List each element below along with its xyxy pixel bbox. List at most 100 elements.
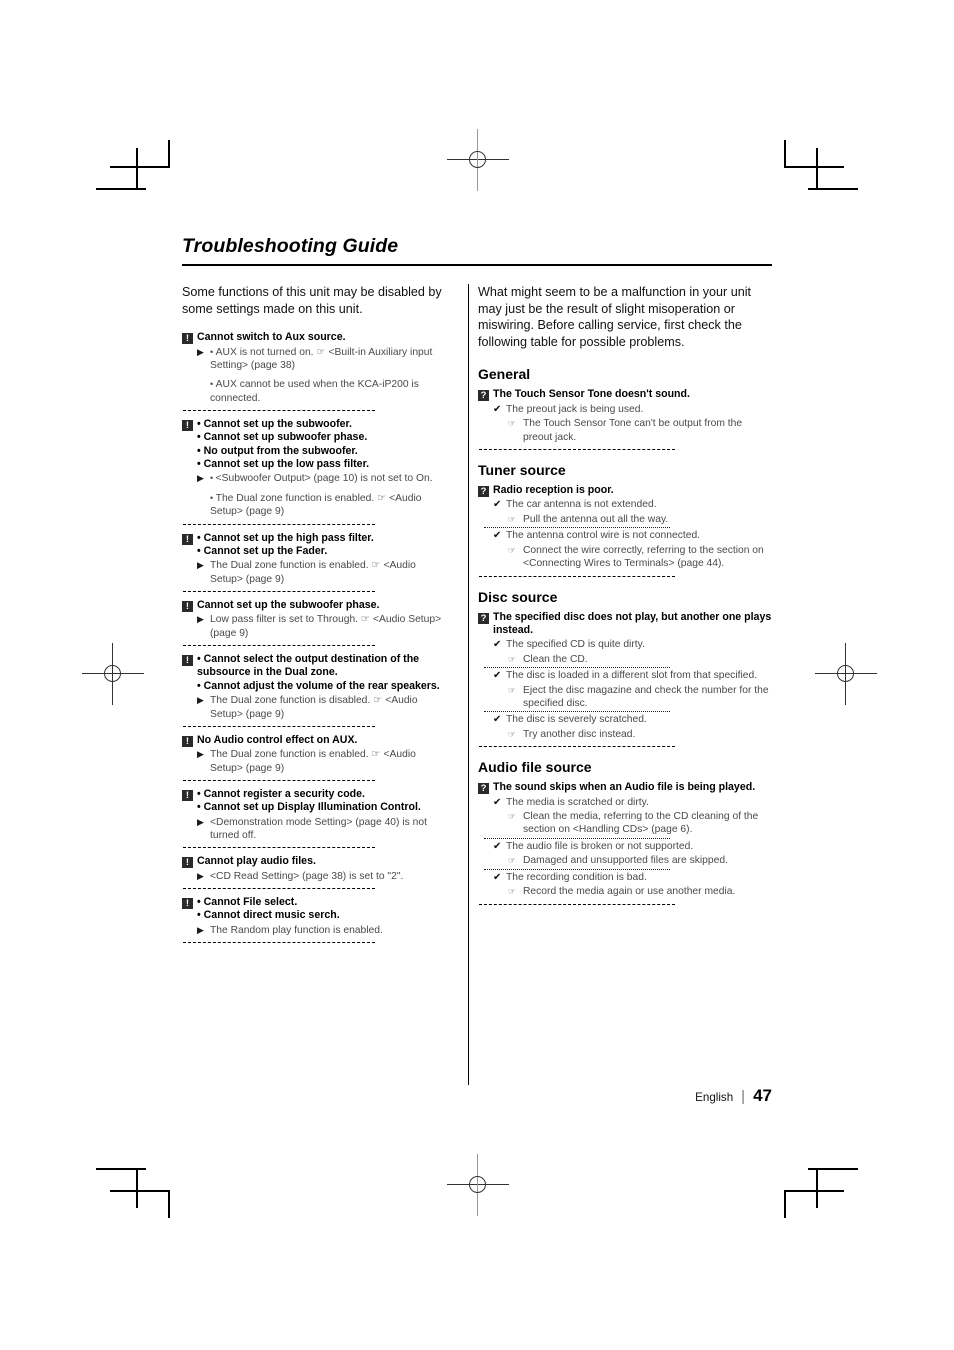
entry-heading-line: Cannot play audio files. [197, 855, 316, 868]
troubleshooting-entry: ! Cannot set up the subwoofer phase. ▶ Low … [182, 599, 450, 640]
registration-mark-bottom [447, 1154, 509, 1216]
check-mark-icon: ✔ [493, 530, 502, 542]
question-badge-icon: ? [478, 486, 489, 498]
pointing-hand-icon: ☞ [508, 653, 516, 664]
entry-separator [183, 942, 375, 944]
cause-text: <Demonstration mode Setting> (page 40) i… [210, 816, 427, 842]
entry-separator [183, 725, 375, 727]
check-mark-icon: ✔ [493, 871, 502, 883]
cause-row: ✔ The audio file is broken or not support… [493, 840, 774, 855]
solid-right-triangle-icon: ▶ [197, 473, 204, 484]
remedy-text: Pull the antenna out all the way. [523, 513, 669, 525]
cause-text: <Subwoofer Output> (page 10) is not set … [210, 472, 450, 485]
troubleshooting-entry: !Cannot set up the subwoofer.Cannot set … [182, 418, 450, 519]
solid-right-triangle-icon: ▶ [197, 816, 204, 827]
entry-heading-text: The sound skips when an Audio file is be… [493, 781, 755, 794]
solid-right-triangle-icon: ▶ [197, 346, 204, 357]
column-divider [468, 284, 470, 1085]
page-number: 47 [753, 1086, 772, 1105]
pointing-hand-icon: ☞ [508, 513, 516, 524]
remedy-row: ☞ Pull the antenna out all the way. [508, 513, 774, 526]
entry-heading-text: Cannot switch to Aux source. [197, 331, 346, 344]
remedy-text: Clean the media, referring to the CD cle… [523, 811, 759, 836]
entry-heading-line: No output from the subwoofer. [197, 445, 369, 458]
right-section-list: General? The Touch Sensor Tone doesn't so… [478, 366, 774, 905]
exclamation-badge-icon: ! [182, 857, 193, 869]
remedy-text: Damaged and unsupported files are skippe… [523, 855, 728, 867]
solid-right-triangle-icon: ▶ [197, 614, 204, 625]
entry-heading: ! Cannot set up the high pass filter.Cann… [182, 532, 450, 559]
entry-heading-line: Cannot adjust the volume of the rear spe… [197, 680, 450, 693]
entry-heading-line: Cannot set up the subwoofer phase. [197, 599, 380, 611]
dotted-separator [484, 837, 670, 839]
troubleshooting-entry: ! Cannot set up the high pass filter.Cann… [182, 532, 450, 586]
bulleted-text: AUX is not turned on. ☞ <Built-in Auxili… [210, 347, 432, 371]
check-mark-icon: ✔ [493, 403, 502, 415]
exclamation-badge-icon: ! [182, 333, 193, 345]
solid-right-triangle-icon: ▶ [197, 749, 204, 760]
right-intro-paragraph: What might seem to be a malfunction in y… [478, 285, 751, 349]
entry-heading-text: Cannot select the output destination of … [197, 653, 450, 693]
right-column: What might seem to be a malfunction in y… [478, 284, 774, 950]
section-heading: Tuner source [478, 462, 566, 479]
check-mark-icon: ✔ [493, 639, 502, 651]
entry-heading-text: Cannot set up the high pass filter.Canno… [197, 532, 374, 559]
entry-separator [479, 903, 675, 905]
section-heading: Audio file source [478, 759, 592, 776]
entry-heading-line: Cannot switch to Aux source. [197, 331, 346, 344]
entry-heading: !Cannot set up the subwoofer.Cannot set … [182, 418, 450, 471]
cause-text: AUX cannot be used when the KCA-iP200 is… [210, 378, 450, 405]
entry-heading: ! Cannot select the output destination of… [182, 653, 450, 693]
cause-text: The Dual zone function is disabled. ☞ <A… [210, 695, 418, 720]
troubleshooting-entry: ? Radio reception is poor. ✔ The car antenn… [478, 484, 774, 570]
cause-row: AUX cannot be used when the KCA-iP200 is… [197, 378, 450, 405]
remedy-text: Eject the disc magazine and check the nu… [523, 684, 769, 709]
footer-language: English [695, 1091, 734, 1104]
cause-text: The specified CD is quite dirty. [506, 639, 645, 651]
remedy-text: The Touch Sensor Tone can't be output fr… [523, 418, 743, 443]
cause-text: The audio file is broken or not supporte… [506, 840, 694, 852]
cause-text: <CD Read Setting> (page 38) is set to "2… [210, 870, 404, 882]
entry-heading-line: Cannot register a security code. [197, 788, 421, 801]
entry-heading: ! Cannot play audio files. [182, 855, 450, 869]
question-badge-icon: ? [478, 390, 489, 402]
cause-row: ✔ The preout jack is being used. [493, 403, 774, 418]
cause-row: ▶ AUX is not turned on. ☞ <Built-in Auxil… [197, 346, 450, 373]
remedy-row: ☞ Damaged and unsupported files are skipp… [508, 854, 774, 867]
registration-mark-left [82, 643, 144, 705]
pointing-hand-icon: ☞ [508, 855, 516, 866]
cause-row: The Dual zone function is enabled. ☞ <Au… [197, 492, 450, 519]
check-mark-icon: ✔ [493, 796, 502, 808]
cause-row: ▶ The Dual zone function is disabled. ☞ <… [197, 694, 450, 721]
troubleshooting-entry: ! Cannot File select.Cannot direct music … [182, 896, 450, 937]
cause-row: ✔ The specified CD is quite dirty. [493, 638, 774, 653]
cause-row: ▶ <Subwoofer Output> (page 10) is not set… [197, 472, 450, 485]
entry-heading-line: Cannot set up Display Illumination Contr… [197, 801, 421, 814]
entry-separator [479, 746, 675, 748]
cause-row: ▶ <Demonstration mode Setting> (page 40) … [197, 816, 450, 843]
remedy-row: ☞ Try another disc instead. [508, 728, 774, 741]
remedy-text: Connect the wire correctly, referring to… [523, 544, 764, 570]
registration-mark-right [815, 643, 877, 705]
entry-heading-text: Cannot set up the subwoofer phase. [197, 599, 379, 612]
entry-heading-line: Cannot direct music serch. [197, 909, 340, 922]
cause-row: ✔ The media is scratched or dirty. [493, 796, 774, 811]
entry-heading-text: Radio reception is poor. [493, 484, 614, 497]
cause-row: ✔ The disc is severely scratched. [493, 713, 774, 728]
registration-mark-top [447, 129, 509, 191]
entry-separator [183, 591, 375, 592]
cause-row: ✔ The car antenna is not extended. [493, 498, 774, 513]
bulleted-text: The Dual zone function is enabled. ☞ <Au… [210, 493, 422, 517]
entry-heading: ? The specified disc does not play, but a… [478, 611, 774, 638]
check-mark-icon: ✔ [493, 714, 502, 726]
entry-heading: ? The Touch Sensor Tone doesn't sound. [478, 388, 774, 402]
solid-right-triangle-icon: ▶ [197, 695, 204, 706]
cause-text: The Dual zone function is enabled. ☞ <Au… [210, 492, 450, 519]
entry-heading-text: The specified disc does not play, but an… [493, 611, 774, 638]
footer-separator: | [741, 1088, 746, 1105]
entry-heading-line: Cannot set up the low pass filter. [197, 458, 369, 471]
solid-right-triangle-icon: ▶ [197, 560, 204, 571]
check-mark-icon: ✔ [493, 499, 502, 511]
entry-heading: ! Cannot register a security code.Cannot … [182, 788, 450, 815]
entry-heading: ? Radio reception is poor. [478, 484, 774, 498]
